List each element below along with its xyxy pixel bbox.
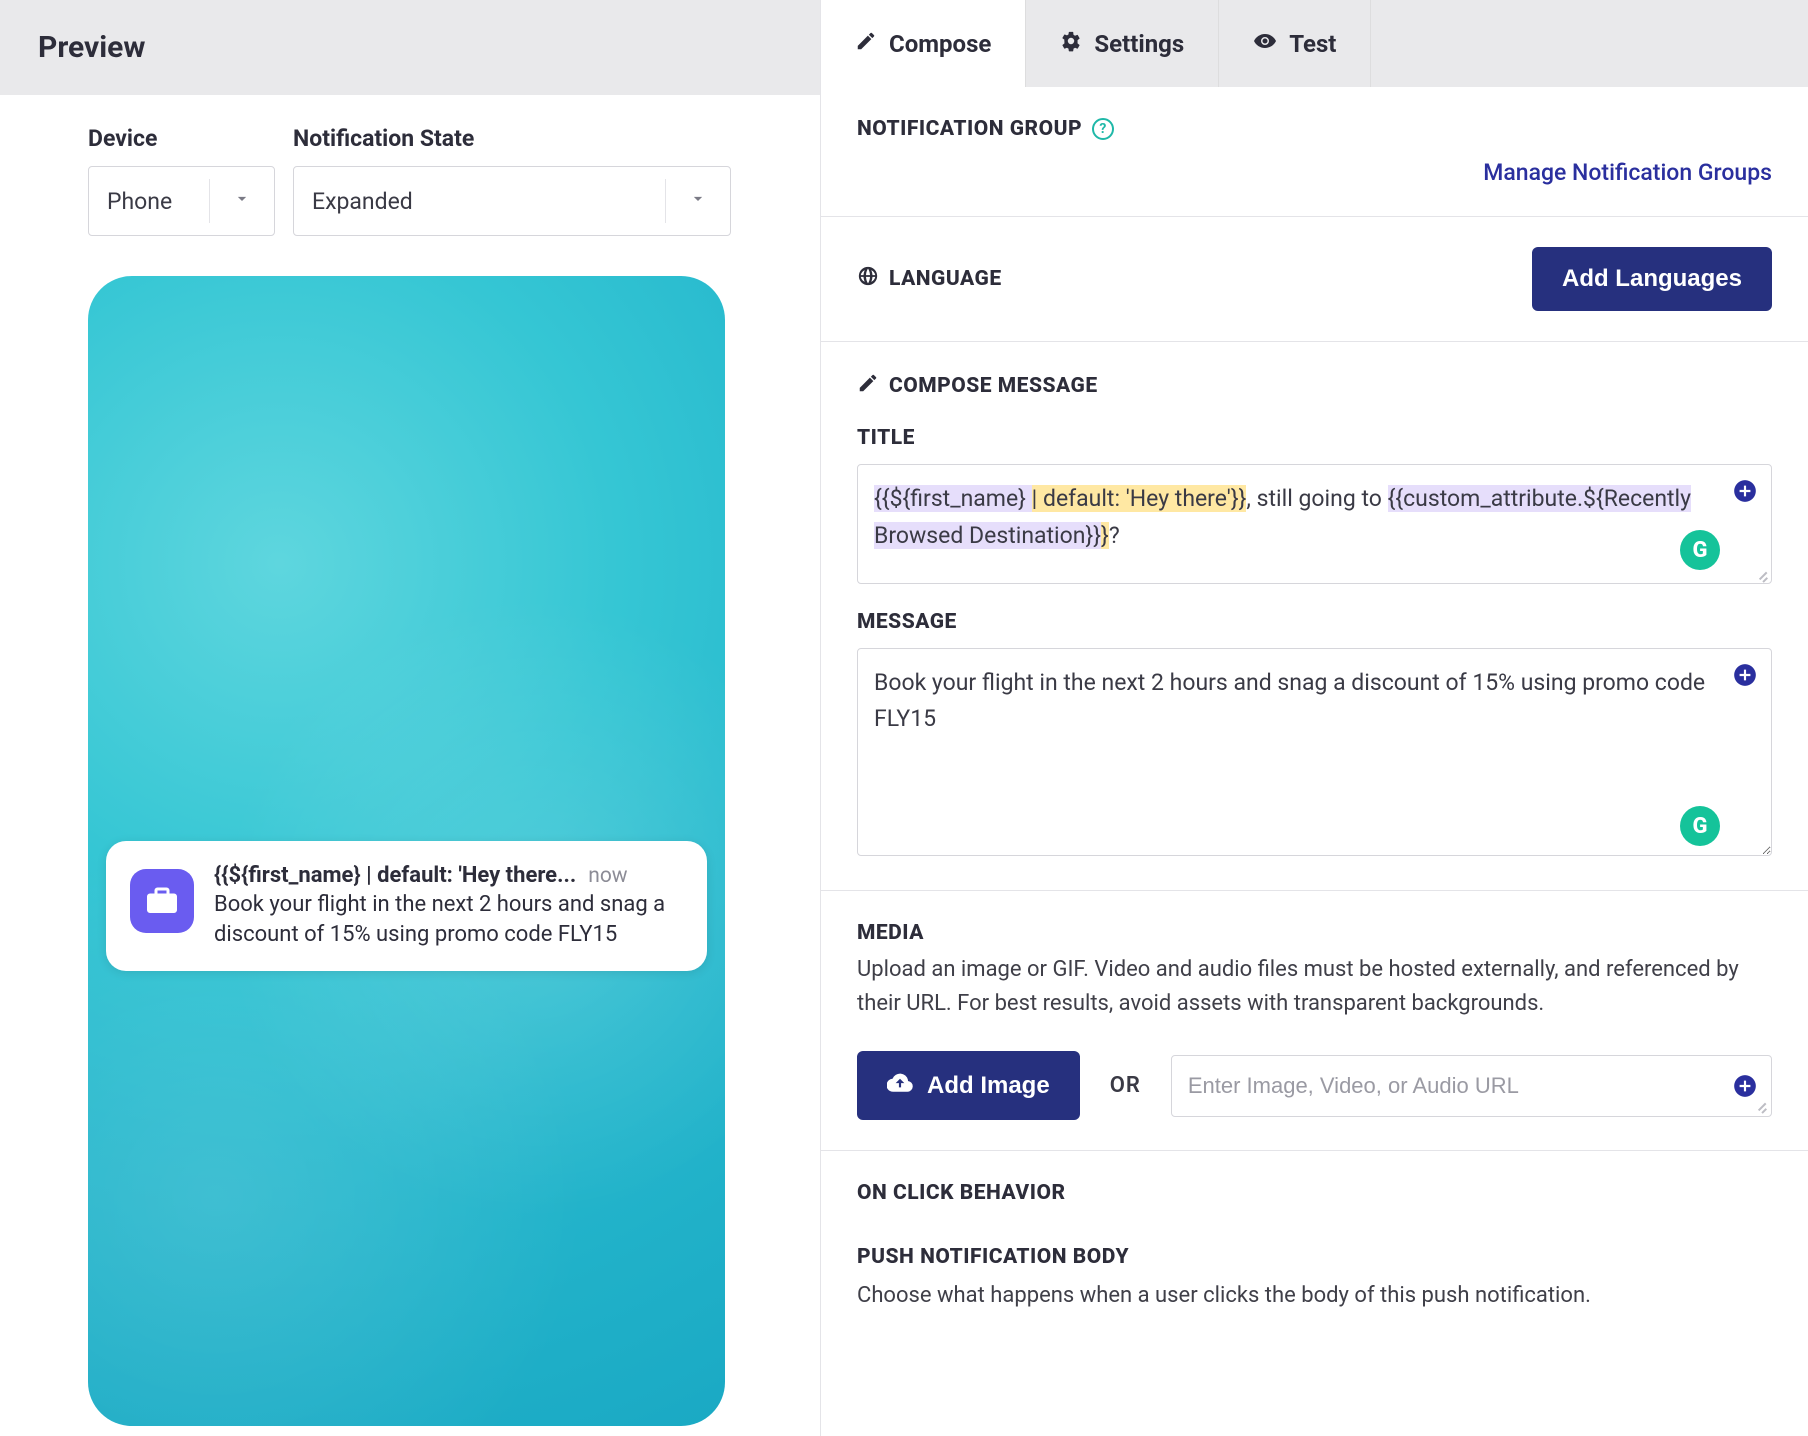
tab-test-label: Test	[1289, 30, 1336, 58]
notification-group-section: NOTIFICATION GROUP ? Manage Notification…	[821, 87, 1808, 217]
grammarly-icon[interactable]: G	[1680, 530, 1720, 570]
grammarly-icon[interactable]: G	[1680, 806, 1720, 846]
language-label-text: LANGUAGE	[889, 267, 1002, 291]
chevron-down-icon	[688, 188, 708, 215]
notification-title: {{${first_name} | default: 'Hey there...	[214, 863, 576, 888]
select-divider	[209, 179, 210, 223]
cloud-upload-icon	[887, 1069, 913, 1102]
push-body-description: Choose what happens when a user clicks t…	[857, 1283, 1772, 1308]
app-icon	[130, 869, 194, 933]
manage-groups-link[interactable]: Manage Notification Groups	[1483, 159, 1772, 186]
state-select-value: Expanded	[312, 188, 413, 215]
tab-compose-label: Compose	[889, 30, 991, 58]
title-input[interactable]: {{${first_name} | default: 'Hey there'}}…	[857, 464, 1772, 584]
eye-icon	[1253, 29, 1277, 59]
state-control-group: Notification State Expanded	[293, 125, 731, 236]
title-token-firstname: {{${first_name}	[874, 485, 1032, 512]
add-languages-button[interactable]: Add Languages	[1532, 247, 1772, 311]
title-token-close: }	[1101, 522, 1109, 549]
on-click-section: ON CLICK BEHAVIOR PUSH NOTIFICATION BODY…	[821, 1151, 1808, 1338]
tab-compose[interactable]: Compose	[821, 0, 1026, 87]
message-field-label: MESSAGE	[857, 610, 1772, 634]
phone-preview-wrap: {{${first_name} | default: 'Hey there...…	[0, 256, 820, 1436]
edit-icon	[857, 372, 879, 400]
media-row: Add Image OR	[857, 1051, 1772, 1120]
language-section: LANGUAGE Add Languages	[821, 217, 1808, 342]
select-divider	[665, 179, 666, 223]
sections-scroll[interactable]: NOTIFICATION GROUP ? Manage Notification…	[821, 87, 1808, 1338]
or-separator: OR	[1110, 1073, 1141, 1098]
media-section: MEDIA Upload an image or GIF. Video and …	[821, 891, 1808, 1151]
tab-test[interactable]: Test	[1219, 0, 1371, 87]
preview-title: Preview	[38, 30, 782, 65]
title-input-wrap: {{${first_name} | default: 'Hey there'}}…	[857, 464, 1772, 584]
add-image-button[interactable]: Add Image	[857, 1051, 1080, 1120]
add-image-button-label: Add Image	[927, 1072, 1050, 1100]
title-field-label: TITLE	[857, 426, 1772, 450]
language-label: LANGUAGE	[857, 265, 1002, 293]
app-root: Preview Device Phone Notification State …	[0, 0, 1808, 1436]
notification-group-label: NOTIFICATION GROUP ?	[857, 117, 1772, 141]
phone-mock: {{${first_name} | default: 'Hey there...…	[88, 276, 725, 1426]
title-token-default: | default: 'Hey there'}}	[1032, 485, 1247, 512]
pencil-icon	[855, 30, 877, 58]
tab-settings-label: Settings	[1094, 30, 1184, 58]
message-insert-button[interactable]	[1732, 662, 1758, 692]
notification-header-row: {{${first_name} | default: 'Hey there...…	[214, 863, 683, 888]
title-insert-button[interactable]	[1732, 478, 1758, 508]
compose-message-label: COMPOSE MESSAGE	[857, 372, 1772, 400]
push-body-label: PUSH NOTIFICATION BODY	[857, 1245, 1772, 1269]
device-label: Device	[88, 125, 275, 152]
globe-icon	[857, 265, 879, 293]
title-text-middle: , still going to	[1246, 485, 1387, 512]
media-url-input[interactable]	[1171, 1055, 1772, 1117]
preview-controls: Device Phone Notification State Expanded	[0, 95, 820, 256]
notification-time: now	[588, 864, 627, 888]
gear-icon	[1060, 30, 1082, 58]
add-languages-button-label: Add Languages	[1562, 265, 1742, 293]
tab-settings[interactable]: Settings	[1026, 0, 1219, 87]
notification-group-label-text: NOTIFICATION GROUP	[857, 117, 1082, 141]
device-select-value: Phone	[107, 188, 172, 215]
state-label: Notification State	[293, 125, 731, 152]
state-select[interactable]: Expanded	[293, 166, 731, 236]
compose-message-label-text: COMPOSE MESSAGE	[889, 374, 1098, 398]
help-icon[interactable]: ?	[1092, 118, 1114, 140]
resize-handle[interactable]	[1753, 565, 1769, 581]
on-click-label: ON CLICK BEHAVIOR	[857, 1181, 1772, 1205]
message-input-wrap: G	[857, 648, 1772, 860]
media-description: Upload an image or GIF. Video and audio …	[857, 953, 1772, 1021]
notification-body: {{${first_name} | default: 'Hey there...…	[214, 863, 683, 949]
notification-card: {{${first_name} | default: 'Hey there...…	[106, 841, 707, 971]
message-input[interactable]	[857, 648, 1772, 856]
editor-panel: Compose Settings Test NOTIFICATION GROUP…	[820, 0, 1808, 1436]
media-url-input-wrap	[1171, 1055, 1772, 1117]
tab-bar: Compose Settings Test	[821, 0, 1808, 87]
compose-message-section: COMPOSE MESSAGE TITLE {{${first_name} | …	[821, 342, 1808, 891]
device-select[interactable]: Phone	[88, 166, 275, 236]
chevron-down-icon	[232, 188, 252, 215]
preview-header: Preview	[0, 0, 820, 95]
notification-message: Book your flight in the next 2 hours and…	[214, 890, 683, 949]
title-text-end: ?	[1109, 522, 1120, 549]
resize-handle[interactable]	[1752, 1097, 1768, 1113]
preview-panel: Preview Device Phone Notification State …	[0, 0, 820, 1436]
media-label: MEDIA	[857, 921, 1772, 945]
device-control-group: Device Phone	[88, 125, 275, 236]
